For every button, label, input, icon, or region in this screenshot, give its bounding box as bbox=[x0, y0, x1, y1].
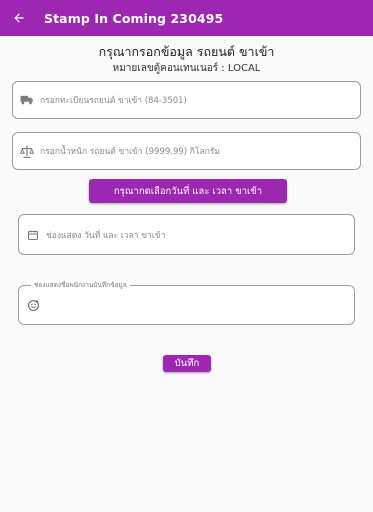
back-button[interactable] bbox=[8, 7, 30, 29]
datetime-placeholder: ช่องแสดง วันที่ และ เวลา ขาเข้า bbox=[46, 230, 166, 241]
container-number-label: หมายเลขตู้คอนเทนเนอร์ : LOCAL bbox=[112, 63, 261, 74]
recorder-label: ช่องแสดงชื่อพนักงานบันทึกข้อมูล bbox=[31, 280, 130, 290]
recorder-value bbox=[45, 296, 157, 310]
weight-placeholder: กรอกน้ำหนัก รถยนต์ ขาเข้า (9999.99) กิโล… bbox=[40, 147, 221, 157]
plate-input[interactable]: กรอกทะเบียนรถยนต์ ขาเข้า (84-3501) bbox=[12, 81, 361, 119]
arrow-left-icon bbox=[14, 13, 24, 23]
app-bar: Stamp In Coming 230495 bbox=[0, 0, 373, 36]
emoji-icon bbox=[25, 297, 41, 313]
form-container: กรุณากรอกข้อมูล รถยนต์ ขาเข้า หมายเลขตู้… bbox=[0, 36, 373, 512]
pick-datetime-button[interactable]: กรุณากดเลือกวันที่ และ เวลา ขาเข้า bbox=[89, 179, 287, 203]
datetime-display[interactable]: ช่องแสดง วันที่ และ เวลา ขาเข้า bbox=[18, 214, 355, 255]
save-button[interactable]: บันทึก bbox=[163, 355, 211, 372]
plate-placeholder: กรอกทะเบียนรถยนต์ ขาเข้า (84-3501) bbox=[40, 96, 187, 106]
truck-icon bbox=[19, 92, 35, 108]
calendar-icon bbox=[25, 227, 41, 243]
weight-input[interactable]: กรอกน้ำหนัก รถยนต์ ขาเข้า (9999.99) กิโล… bbox=[12, 132, 361, 170]
page-title: Stamp In Coming 230495 bbox=[44, 10, 224, 26]
recorder-field[interactable]: ช่องแสดงชื่อพนักงานบันทึกข้อมูล bbox=[18, 280, 355, 325]
scale-icon bbox=[19, 143, 35, 159]
form-heading: กรุณากรอกข้อมูล รถยนต์ ขาเข้า bbox=[98, 44, 275, 59]
